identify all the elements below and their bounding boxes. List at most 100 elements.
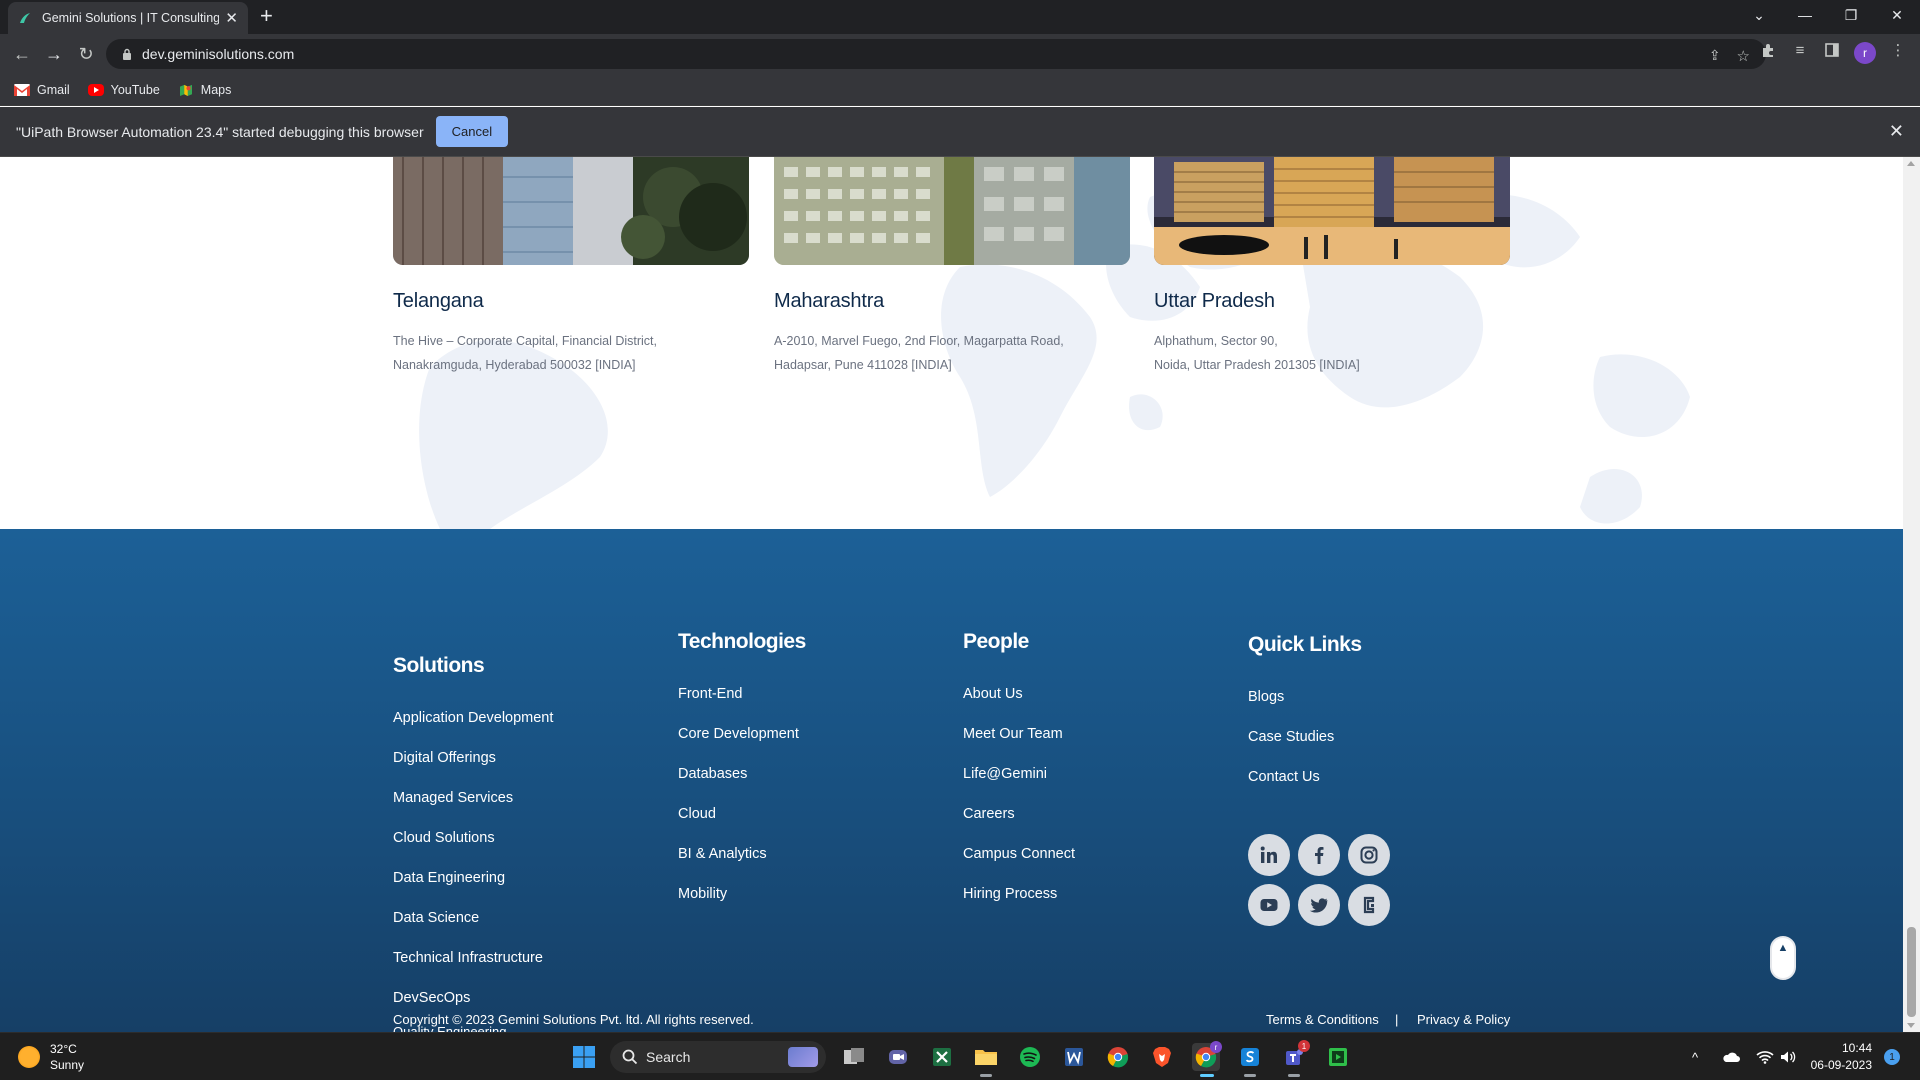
office-photo-uttar-pradesh bbox=[1154, 157, 1510, 265]
footer-link[interactable]: About Us bbox=[963, 674, 1075, 714]
browser-menu-icon[interactable]: ⋮ bbox=[1886, 38, 1910, 62]
restore-button[interactable]: ❐ bbox=[1828, 0, 1874, 30]
search-highlight-icon bbox=[788, 1047, 818, 1067]
office-photo-maharashtra bbox=[774, 157, 1130, 265]
share-icon[interactable]: ⇪ bbox=[1709, 47, 1721, 65]
bookmark-youtube[interactable]: YouTube bbox=[87, 83, 160, 97]
facebook-icon[interactable] bbox=[1298, 834, 1340, 876]
excel-app[interactable] bbox=[928, 1043, 956, 1071]
scrollbar-thumb[interactable] bbox=[1907, 927, 1916, 1017]
footer-link[interactable]: BI & Analytics bbox=[678, 834, 806, 874]
legal-separator: | bbox=[1395, 1012, 1399, 1027]
office-city: Uttar Pradesh bbox=[1154, 290, 1275, 312]
footer-link[interactable]: Contact Us bbox=[1248, 757, 1362, 797]
running-indicator bbox=[980, 1074, 992, 1077]
chrome-active-app[interactable]: r bbox=[1192, 1041, 1222, 1071]
footer-link[interactable]: Technical Infrastructure bbox=[393, 938, 553, 978]
side-panel-icon[interactable] bbox=[1820, 38, 1844, 62]
bookmark-gmail[interactable]: Gmail bbox=[14, 83, 70, 97]
brave-app[interactable] bbox=[1148, 1043, 1176, 1071]
profile-avatar[interactable]: r bbox=[1854, 42, 1876, 64]
show-hidden-icons[interactable]: ^ bbox=[1692, 1033, 1698, 1080]
footer-link[interactable]: Front-End bbox=[678, 674, 806, 714]
footer-link[interactable]: Hiring Process bbox=[963, 874, 1075, 914]
footer-link[interactable]: Managed Services bbox=[393, 778, 553, 818]
footer-link-clipped[interactable]: Quality Engineering bbox=[393, 1025, 506, 1032]
maps-icon bbox=[179, 84, 192, 96]
system-clock[interactable]: 10:44 06-09-2023 bbox=[1808, 1040, 1872, 1074]
volume-icon[interactable] bbox=[1780, 1033, 1796, 1080]
browser-toolbar: ← → ↻ dev.geminisolutions.com ⇪ ☆ ≡ r ⋮ bbox=[0, 34, 1920, 74]
office-card-telangana: Telangana The Hive – Corporate Capital, … bbox=[393, 157, 749, 377]
onedrive-icon[interactable] bbox=[1722, 1033, 1740, 1080]
cancel-debugging-button[interactable]: Cancel bbox=[435, 116, 509, 147]
media-queue-icon[interactable]: ≡ bbox=[1788, 38, 1812, 62]
minimize-button[interactable]: — bbox=[1782, 0, 1828, 30]
bookmark-star-icon[interactable]: ☆ bbox=[1737, 47, 1750, 65]
footer-link[interactable]: Data Engineering bbox=[393, 858, 553, 898]
green-media-app[interactable] bbox=[1324, 1043, 1352, 1071]
weather-widget[interactable]: 32°C Sunny bbox=[18, 1041, 84, 1073]
privacy-link[interactable]: Privacy & Policy bbox=[1417, 1012, 1510, 1027]
tab-strip: Gemini Solutions | IT Consulting, ✕ + ⌄ … bbox=[0, 0, 1920, 34]
browser-tab[interactable]: Gemini Solutions | IT Consulting, ✕ bbox=[8, 2, 248, 34]
footer-link[interactable]: Application Development bbox=[393, 698, 553, 738]
clutch-icon[interactable] bbox=[1348, 884, 1390, 926]
teams-app[interactable]: 1 bbox=[1280, 1040, 1310, 1071]
twitter-icon[interactable] bbox=[1298, 884, 1340, 926]
clock-time: 10:44 bbox=[1841, 1041, 1872, 1055]
new-tab-button[interactable]: + bbox=[260, 5, 273, 27]
skype-app[interactable] bbox=[1236, 1043, 1264, 1071]
office-city: Maharashtra bbox=[774, 290, 885, 312]
taskbar-search[interactable]: Search bbox=[610, 1041, 826, 1073]
footer-link[interactable]: Careers bbox=[963, 794, 1075, 834]
office-address-line: A-2010, Marvel Fuego, 2nd Floor, Magarpa… bbox=[774, 334, 1064, 348]
word-app[interactable] bbox=[1060, 1043, 1088, 1071]
footer-link[interactable]: Campus Connect bbox=[963, 834, 1075, 874]
back-button[interactable]: ← bbox=[10, 42, 34, 66]
file-explorer-app[interactable] bbox=[972, 1043, 1000, 1071]
office-city: Telangana bbox=[393, 290, 484, 312]
footer-link[interactable]: Databases bbox=[678, 754, 806, 794]
footer-link[interactable]: Case Studies bbox=[1248, 717, 1362, 757]
address-bar[interactable]: dev.geminisolutions.com ⇪ ☆ bbox=[106, 39, 1766, 69]
terms-link[interactable]: Terms & Conditions bbox=[1266, 1012, 1379, 1027]
notification-badge[interactable]: 1 bbox=[1884, 1049, 1900, 1065]
teams-chat-button[interactable] bbox=[884, 1043, 912, 1071]
debugging-infobar: "UiPath Browser Automation 23.4" started… bbox=[0, 107, 1920, 157]
footer-link[interactable]: Meet Our Team bbox=[963, 714, 1075, 754]
web-page: Telangana The Hive – Corporate Capital, … bbox=[0, 157, 1903, 1032]
tab-close-icon[interactable]: ✕ bbox=[225, 9, 238, 27]
scroll-up-arrow[interactable] bbox=[1907, 161, 1915, 166]
infobar-close-icon[interactable]: ✕ bbox=[1889, 121, 1904, 142]
bookmark-maps[interactable]: Maps bbox=[178, 83, 231, 97]
wifi-icon[interactable] bbox=[1756, 1033, 1774, 1080]
url-text: dev.geminisolutions.com bbox=[142, 46, 295, 62]
instagram-icon[interactable] bbox=[1348, 834, 1390, 876]
reload-button[interactable]: ↻ bbox=[74, 42, 98, 66]
footer-link[interactable]: Cloud bbox=[678, 794, 806, 834]
youtube-icon[interactable] bbox=[1248, 884, 1290, 926]
scroll-down-arrow[interactable] bbox=[1907, 1023, 1915, 1028]
forward-button[interactable]: → bbox=[42, 42, 66, 66]
footer-link[interactable]: Core Development bbox=[678, 714, 806, 754]
footer-link[interactable]: Blogs bbox=[1248, 677, 1362, 717]
footer-solutions-column: Solutions Application Development Digita… bbox=[393, 654, 553, 1018]
linkedin-icon[interactable] bbox=[1248, 834, 1290, 876]
extensions-icon[interactable] bbox=[1756, 38, 1780, 62]
close-window-button[interactable]: ✕ bbox=[1874, 0, 1920, 30]
start-button[interactable] bbox=[570, 1043, 598, 1071]
footer-link[interactable]: Data Science bbox=[393, 898, 553, 938]
footer-link[interactable]: Digital Offerings bbox=[393, 738, 553, 778]
running-indicator bbox=[1244, 1074, 1256, 1077]
spotify-app[interactable] bbox=[1016, 1043, 1044, 1071]
page-scrollbar[interactable] bbox=[1903, 157, 1920, 1032]
footer-link[interactable]: Cloud Solutions bbox=[393, 818, 553, 858]
scroll-to-top-button[interactable]: ▲ bbox=[1770, 936, 1796, 980]
task-view-button[interactable] bbox=[840, 1043, 868, 1071]
footer-link[interactable]: Mobility bbox=[678, 874, 806, 914]
tab-search-icon[interactable]: ⌄ bbox=[1736, 0, 1782, 30]
infobar-message: "UiPath Browser Automation 23.4" started… bbox=[16, 123, 424, 140]
footer-link[interactable]: Life@Gemini bbox=[963, 754, 1075, 794]
chrome-app[interactable] bbox=[1104, 1043, 1132, 1071]
